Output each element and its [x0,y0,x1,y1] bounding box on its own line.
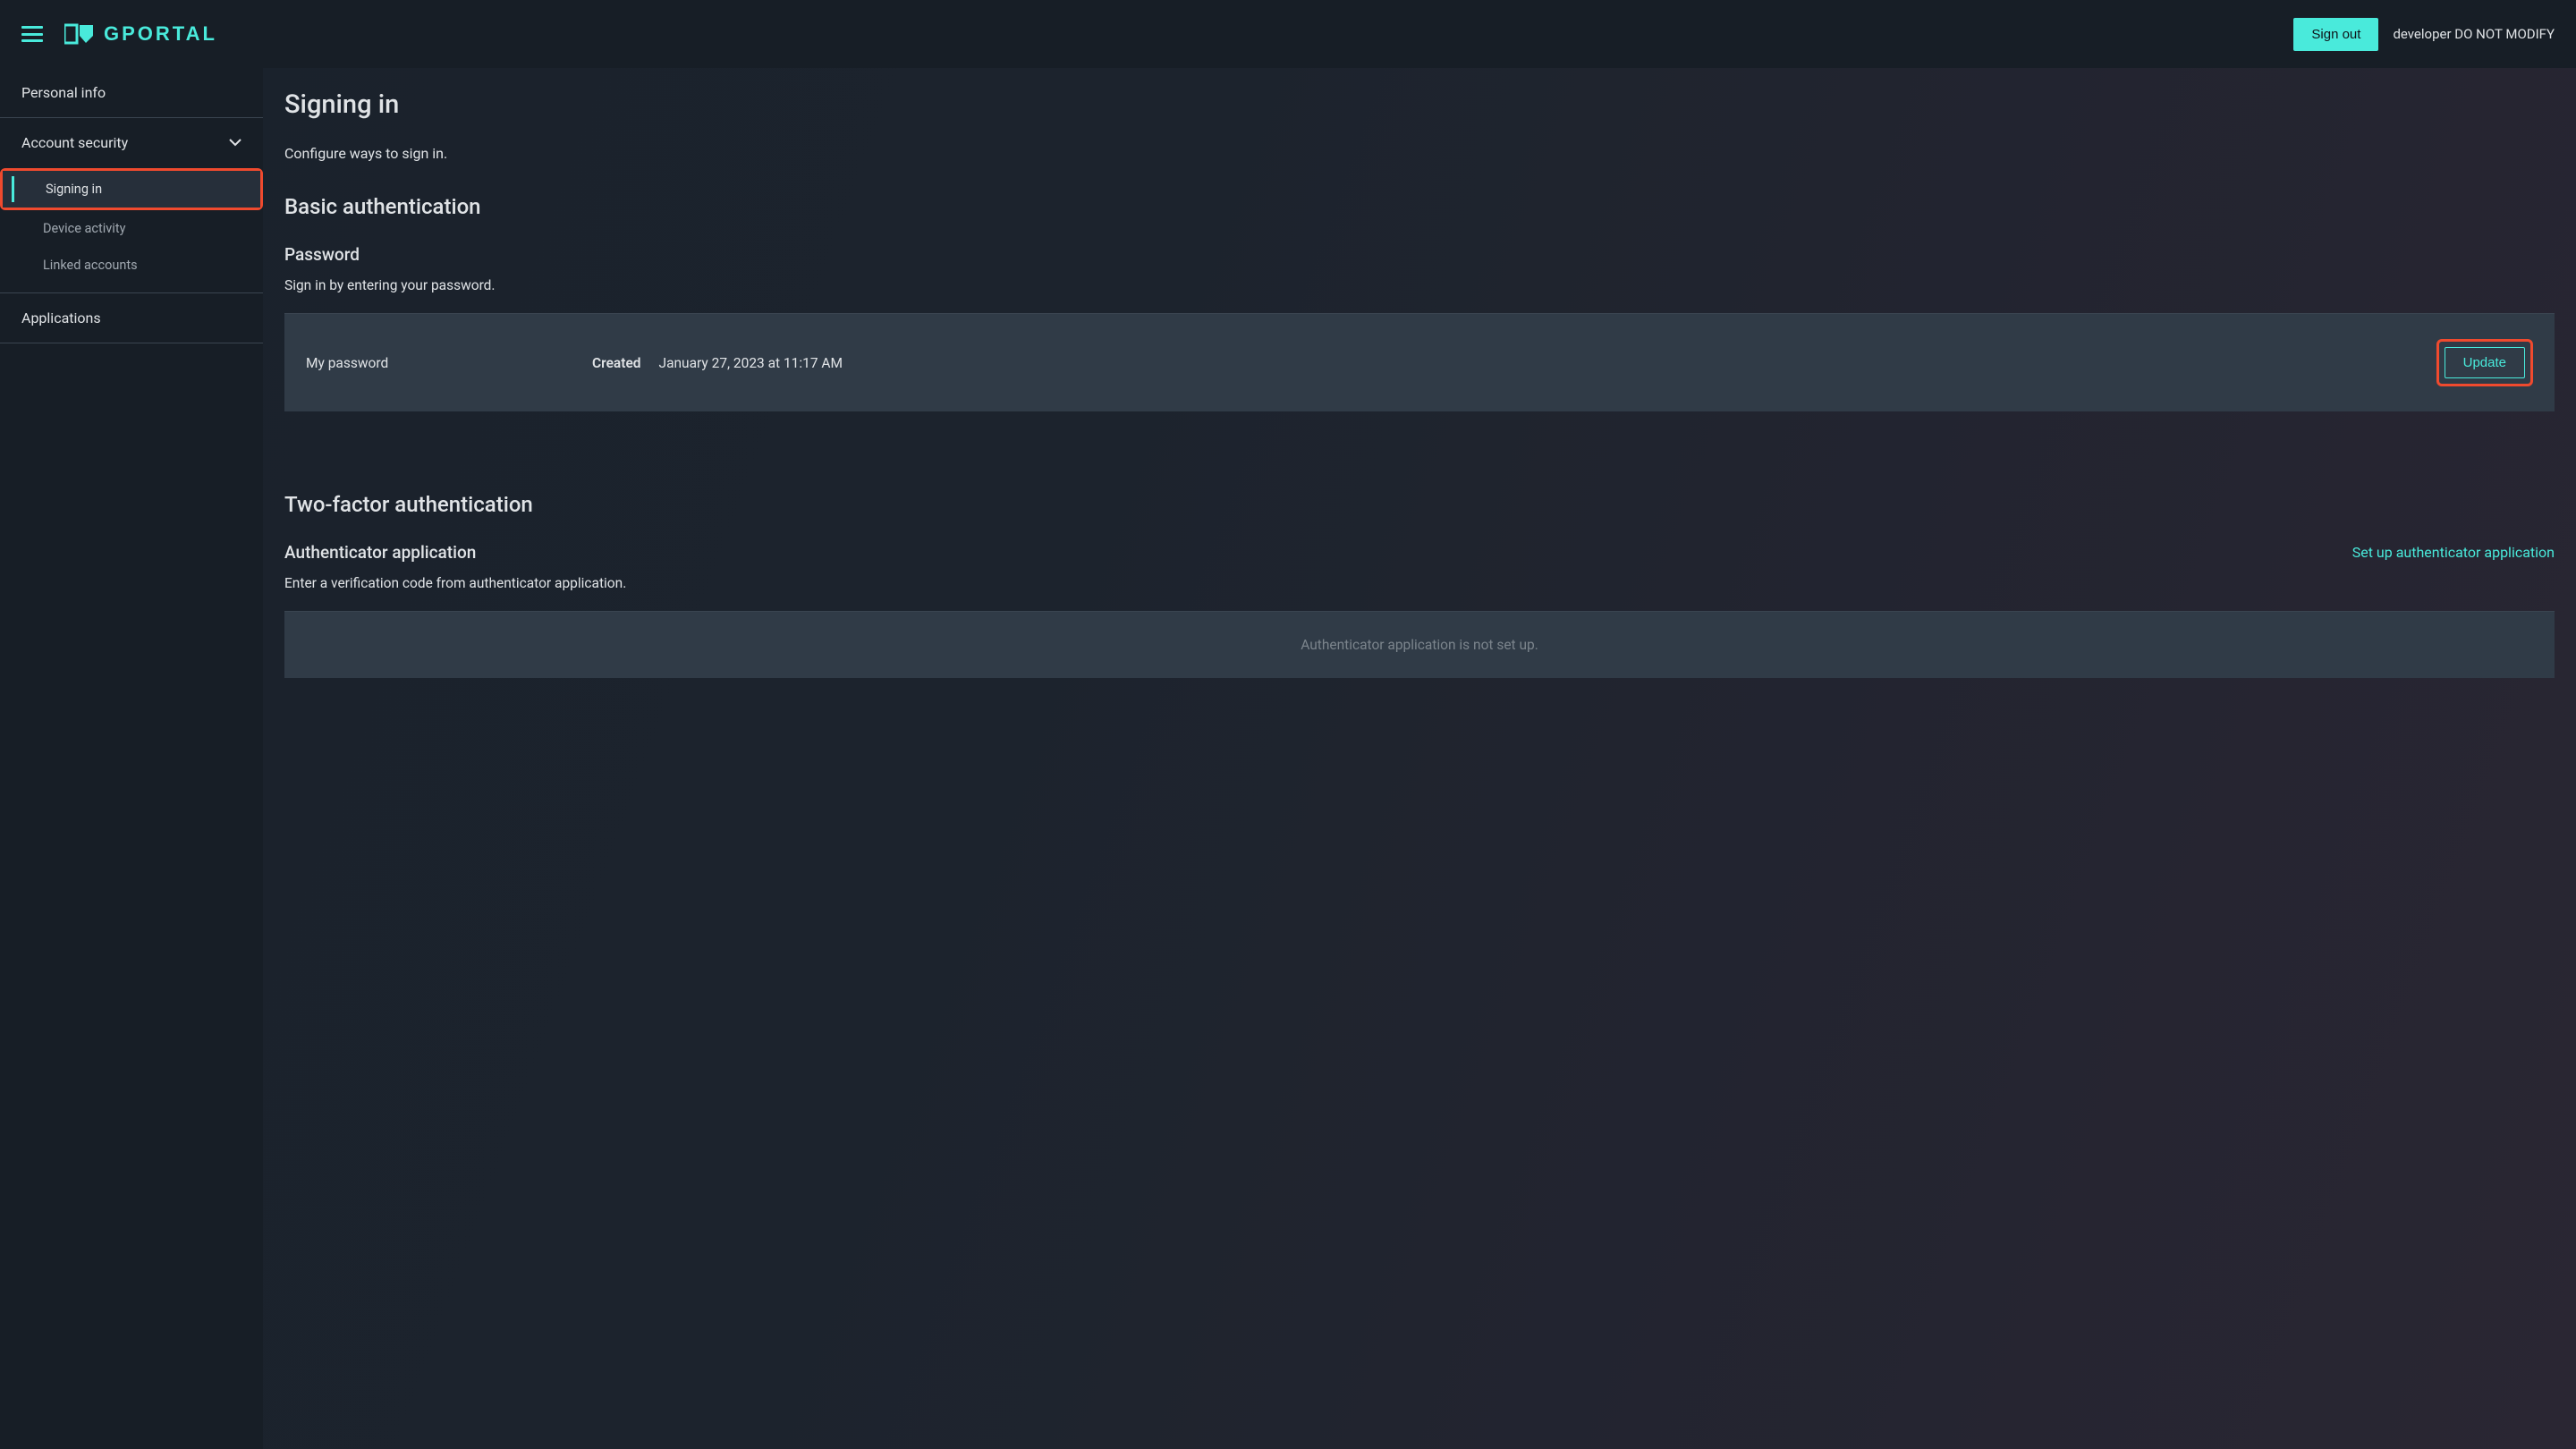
header-left: GPORTAL [21,22,217,46]
sidebar: Personal info Account security Signing i… [0,68,263,1449]
sidebar-item-label: Applications [21,309,101,326]
authenticator-app-desc: Enter a verification code from authentic… [284,575,2555,591]
sidebar-item-label: Personal info [21,84,106,101]
password-created-value: January 27, 2023 at 11:17 AM [659,355,843,371]
logo[interactable]: GPORTAL [64,22,217,46]
authenticator-empty-msg: Authenticator application is not set up. [1301,637,1538,653]
sidebar-item-label: Linked accounts [43,258,138,273]
password-card: My password Created January 27, 2023 at … [284,314,2555,411]
setup-authenticator-link[interactable]: Set up authenticator application [2352,544,2555,561]
header-right: Sign out developer DO NOT MODIFY [2293,18,2555,51]
sidebar-sub-device-activity[interactable]: Device activity [0,210,263,247]
update-button-highlight: Update [2436,339,2533,386]
sidebar-item-account-security[interactable]: Account security [0,118,263,168]
password-desc: Sign in by entering your password. [284,277,2555,293]
chevron-down-icon [229,139,242,147]
logo-text: GPORTAL [104,22,217,46]
sidebar-sub-signing-in-highlight: Signing in [0,168,263,210]
sidebar-item-personal-info[interactable]: Personal info [0,68,263,118]
sidebar-item-label: Device activity [43,221,125,236]
update-password-button[interactable]: Update [2445,347,2525,378]
sidebar-sub-signing-in[interactable]: Signing in [3,171,260,208]
sidebar-item-label: Signing in [46,182,102,197]
authenticator-app-title: Authenticator application [284,542,476,563]
header-note: developer DO NOT MODIFY [2393,26,2555,42]
page-subtitle: Configure ways to sign in. [284,145,2555,162]
password-title: Password [284,244,2555,265]
two-factor-heading: Two-factor authentication [284,492,2555,517]
logo-mark-icon [64,23,95,45]
authenticator-empty-card: Authenticator application is not set up. [284,612,2555,678]
password-label: My password [306,355,592,371]
sidebar-item-label: Account security [21,134,128,151]
password-created-label: Created [592,355,641,371]
sidebar-sub-linked-accounts[interactable]: Linked accounts [0,247,263,293]
basic-auth-heading: Basic authentication [284,194,2555,219]
sidebar-item-applications[interactable]: Applications [0,293,263,343]
signout-button[interactable]: Sign out [2293,18,2378,51]
hamburger-icon[interactable] [21,26,43,42]
main-content: Signing in Configure ways to sign in. Ba… [263,68,2576,1449]
header: GPORTAL Sign out developer DO NOT MODIFY [0,0,2576,68]
page-title: Signing in [284,89,2555,120]
